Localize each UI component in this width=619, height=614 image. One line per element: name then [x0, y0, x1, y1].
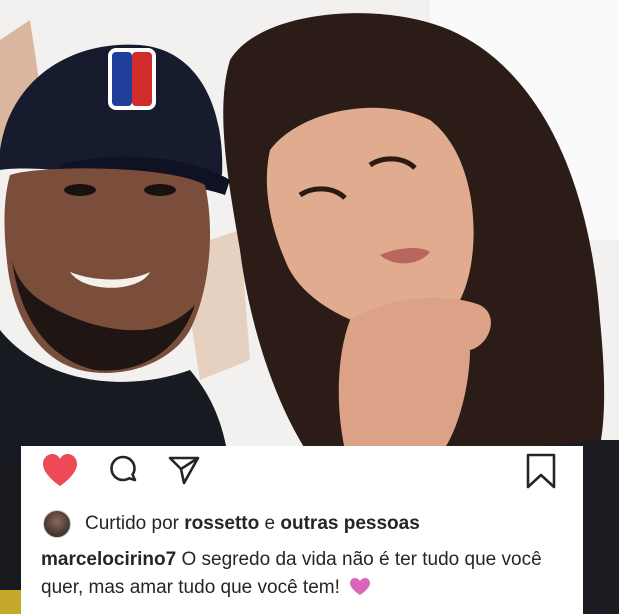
caption-username[interactable]: marcelocirino7 — [41, 549, 176, 570]
post-card: Curtido por rossetto e outras pessoas ma… — [21, 446, 583, 614]
heart-filled-icon[interactable] — [41, 452, 79, 488]
likes-prefix: Curtido por — [85, 513, 179, 534]
paper-plane-icon[interactable] — [167, 454, 201, 486]
likes-summary[interactable]: Curtido por rossetto e outras pessoas — [43, 510, 563, 538]
purple-heart-icon — [350, 578, 371, 595]
comment-bubble-icon[interactable] — [107, 454, 139, 486]
likes-others[interactable]: outras pessoas — [280, 513, 419, 535]
post-actions-bar — [21, 446, 583, 496]
likes-connector: e — [264, 513, 276, 534]
post-caption: marcelocirino7 O segredo da vida não é t… — [41, 546, 571, 602]
liker-username[interactable]: rossetto — [184, 513, 259, 535]
liker-avatar[interactable] — [43, 510, 71, 538]
bookmark-icon[interactable] — [523, 452, 559, 490]
